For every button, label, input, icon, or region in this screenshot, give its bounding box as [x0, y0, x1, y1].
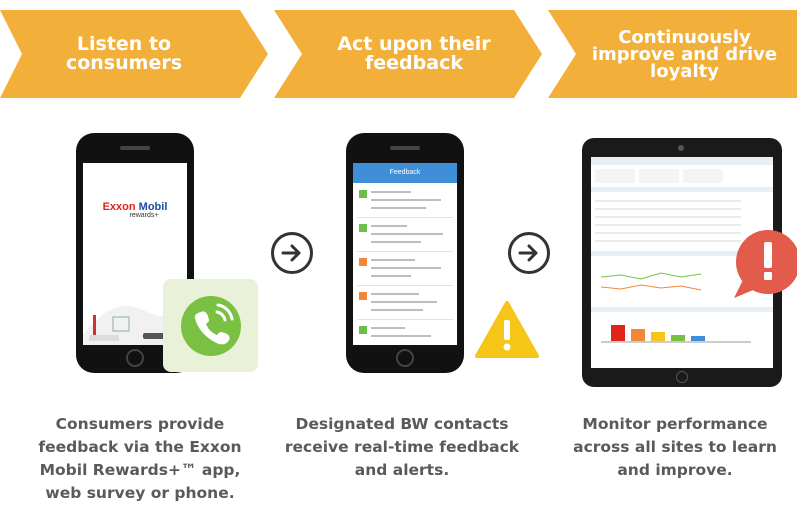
- phone-home-button: [126, 349, 144, 367]
- tablet-home-button: [676, 371, 688, 383]
- phone-speaker: [390, 146, 420, 150]
- feedback-app-phone: Feedback: [346, 133, 464, 373]
- arrow-right-circle-icon: [508, 232, 550, 274]
- step-2-title: Act upon their feedback: [337, 33, 491, 74]
- alert-bubble-icon: [734, 230, 797, 298]
- phone-home-button: [396, 349, 414, 367]
- step-2-caption: Designated BW contacts receive real-time…: [284, 415, 520, 479]
- step-1-caption: Consumers provide feedback via the Exxon…: [38, 415, 242, 502]
- phone-speaker: [120, 146, 150, 150]
- feedback-row: [357, 187, 453, 218]
- step-2-chevron: Act upon their feedback: [274, 10, 542, 98]
- phone-call-tile: [163, 279, 258, 372]
- step-1-chevron: Listen to consumers: [0, 10, 268, 98]
- step-1-title: Listen to consumers: [65, 33, 183, 74]
- warning-icon: [475, 301, 539, 358]
- phone-call-icon: [180, 295, 241, 356]
- feedback-row: [357, 221, 453, 252]
- step-3-caption: Monitor performance across all sites to …: [573, 415, 777, 479]
- feedback-row: [357, 323, 453, 345]
- exxonmobil-logo: Exxon Mobil rewards+: [83, 201, 187, 219]
- feedback-header-title: Feedback: [389, 169, 421, 176]
- rewards-wordmark: rewards+: [129, 212, 159, 219]
- feedback-row: [357, 289, 453, 320]
- step-3-title: Continuously improve and drive loyalty: [591, 26, 778, 82]
- arrow-right-circle-icon: [271, 232, 313, 274]
- feedback-app-screen: Feedback: [353, 163, 457, 345]
- step-3-chevron: Continuously improve and drive loyalty: [548, 10, 797, 98]
- feedback-header: Feedback: [353, 163, 457, 183]
- tablet-camera: [678, 145, 684, 151]
- feedback-row: [357, 255, 453, 286]
